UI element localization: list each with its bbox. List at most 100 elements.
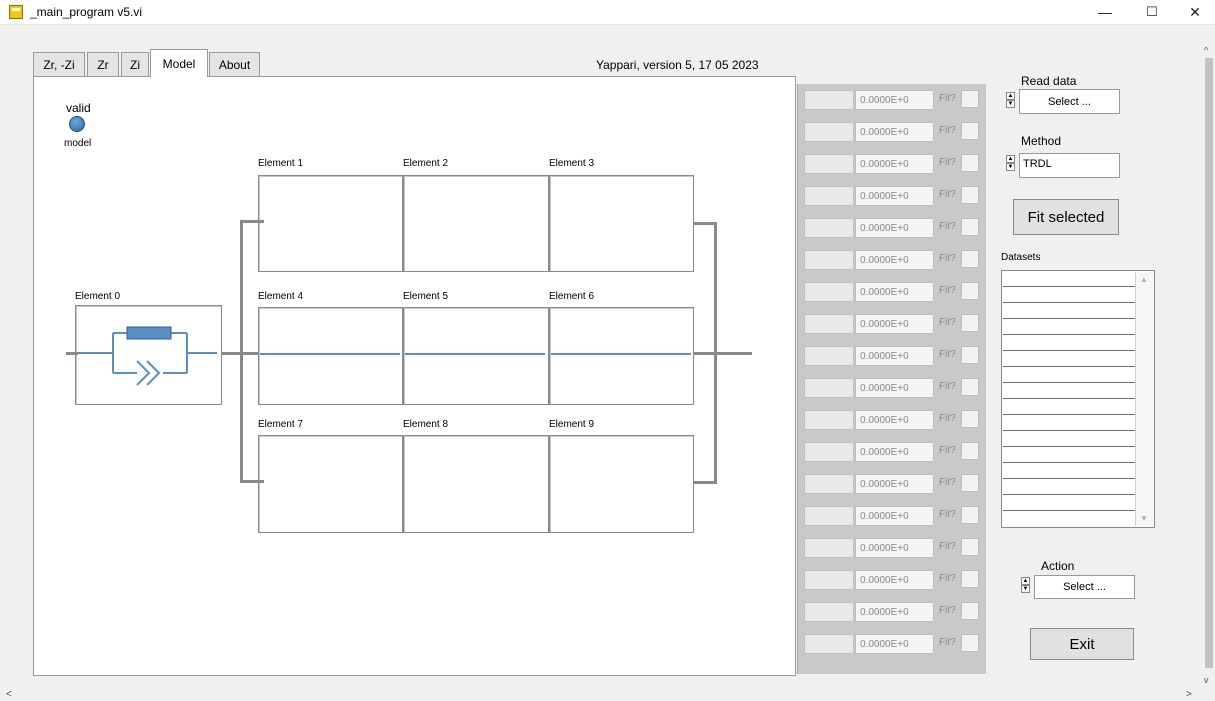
tab-model[interactable]: Model xyxy=(150,49,208,77)
action-select[interactable]: Select ... xyxy=(1034,575,1135,599)
fit-checkbox[interactable] xyxy=(961,122,979,140)
maximize-button[interactable]: ☐ xyxy=(1129,0,1175,24)
param-name-field[interactable] xyxy=(804,538,854,558)
fit-checkbox[interactable] xyxy=(961,506,979,524)
tab-zr[interactable]: Zr xyxy=(87,52,119,76)
param-name-field[interactable] xyxy=(804,282,854,302)
param-name-field[interactable] xyxy=(804,602,854,622)
fit-checkbox[interactable] xyxy=(961,90,979,108)
scroll-down-icon[interactable]: v xyxy=(1204,675,1209,685)
param-name-field[interactable] xyxy=(804,186,854,206)
param-value-field[interactable]: 0.0000E+0 xyxy=(855,122,934,142)
fit-checkbox[interactable] xyxy=(961,474,979,492)
fit-checkbox[interactable] xyxy=(961,634,979,652)
param-name-field[interactable] xyxy=(804,218,854,238)
element-1-box[interactable] xyxy=(258,175,403,272)
param-value-field[interactable]: 0.0000E+0 xyxy=(855,538,934,558)
fit-checkbox[interactable] xyxy=(961,314,979,332)
param-name-field[interactable] xyxy=(804,474,854,494)
close-button[interactable]: ✕ xyxy=(1172,0,1215,24)
fit-checkbox[interactable] xyxy=(961,154,979,172)
param-name-field[interactable] xyxy=(804,346,854,366)
fit-checkbox[interactable] xyxy=(961,410,979,428)
scroll-up-icon[interactable]: ^ xyxy=(1204,45,1208,55)
list-item[interactable] xyxy=(1003,383,1136,399)
param-value-field[interactable]: 0.0000E+0 xyxy=(855,186,934,206)
param-value-field[interactable]: 0.0000E+0 xyxy=(855,218,934,238)
param-name-field[interactable] xyxy=(804,378,854,398)
list-item[interactable] xyxy=(1003,351,1136,367)
action-spinner[interactable]: ▲ ▼ xyxy=(1021,577,1030,593)
list-item[interactable] xyxy=(1003,271,1136,287)
param-name-field[interactable] xyxy=(804,634,854,654)
list-item[interactable] xyxy=(1003,335,1136,351)
param-value-field[interactable]: 0.0000E+0 xyxy=(855,346,934,366)
fit-checkbox[interactable] xyxy=(961,250,979,268)
vertical-scroll-thumb[interactable] xyxy=(1205,58,1213,668)
fit-checkbox[interactable] xyxy=(961,602,979,620)
scroll-down-icon[interactable]: ▼ xyxy=(1140,514,1148,523)
param-name-field[interactable] xyxy=(804,122,854,142)
element-2-box[interactable] xyxy=(403,175,549,272)
spin-up-icon[interactable]: ▲ xyxy=(1006,92,1015,100)
tab-zr-zi[interactable]: Zr, -Zi xyxy=(33,52,85,76)
param-value-field[interactable]: 0.0000E+0 xyxy=(855,442,934,462)
param-value-field[interactable]: 0.0000E+0 xyxy=(855,314,934,334)
list-item[interactable] xyxy=(1003,431,1136,447)
exit-button[interactable]: Exit xyxy=(1030,628,1134,660)
read-data-spinner[interactable]: ▲ ▼ xyxy=(1006,92,1015,108)
fit-checkbox[interactable] xyxy=(961,538,979,556)
list-item[interactable] xyxy=(1003,495,1136,511)
scroll-right-icon[interactable]: > xyxy=(1186,689,1192,700)
scroll-left-icon[interactable]: < xyxy=(6,689,12,700)
datasets-listbox[interactable]: ▲ ▼ xyxy=(1001,270,1155,528)
element-3-box[interactable] xyxy=(549,175,694,272)
param-value-field[interactable]: 0.0000E+0 xyxy=(855,378,934,398)
param-value-field[interactable]: 0.0000E+0 xyxy=(855,506,934,526)
spin-down-icon[interactable]: ▼ xyxy=(1006,100,1015,108)
spin-down-icon[interactable]: ▼ xyxy=(1021,585,1030,593)
minimize-button[interactable]: — xyxy=(1082,0,1128,24)
param-name-field[interactable] xyxy=(804,410,854,430)
param-value-field[interactable]: 0.0000E+0 xyxy=(855,602,934,622)
fit-checkbox[interactable] xyxy=(961,570,979,588)
element-8-box[interactable] xyxy=(403,435,549,533)
param-name-field[interactable] xyxy=(804,314,854,334)
param-value-field[interactable]: 0.0000E+0 xyxy=(855,570,934,590)
element-4-box[interactable] xyxy=(258,307,403,405)
fit-checkbox[interactable] xyxy=(961,186,979,204)
element-7-box[interactable] xyxy=(258,435,403,533)
spin-up-icon[interactable]: ▲ xyxy=(1021,577,1030,585)
element-6-box[interactable] xyxy=(549,307,694,405)
list-item[interactable] xyxy=(1003,463,1136,479)
spin-up-icon[interactable]: ▲ xyxy=(1006,155,1015,163)
tab-zi[interactable]: Zi xyxy=(121,52,149,76)
element-9-box[interactable] xyxy=(549,435,694,533)
param-value-field[interactable]: 0.0000E+0 xyxy=(855,154,934,174)
list-item[interactable] xyxy=(1003,287,1136,303)
param-value-field[interactable]: 0.0000E+0 xyxy=(855,250,934,270)
list-item[interactable] xyxy=(1003,367,1136,383)
tab-about[interactable]: About xyxy=(209,52,260,76)
spin-down-icon[interactable]: ▼ xyxy=(1006,163,1015,171)
param-name-field[interactable] xyxy=(804,570,854,590)
read-data-select[interactable]: Select ... xyxy=(1019,89,1120,114)
datasets-scrollbar[interactable]: ▲ ▼ xyxy=(1135,272,1153,526)
list-item[interactable] xyxy=(1003,415,1136,431)
param-value-field[interactable]: 0.0000E+0 xyxy=(855,474,934,494)
param-value-field[interactable]: 0.0000E+0 xyxy=(855,634,934,654)
param-name-field[interactable] xyxy=(804,250,854,270)
list-item[interactable] xyxy=(1003,399,1136,415)
fit-checkbox[interactable] xyxy=(961,218,979,236)
fit-checkbox[interactable] xyxy=(961,282,979,300)
param-value-field[interactable]: 0.0000E+0 xyxy=(855,90,934,110)
fit-selected-button[interactable]: Fit selected xyxy=(1013,199,1119,235)
horizontal-scrollbar[interactable] xyxy=(0,688,1202,701)
scroll-up-icon[interactable]: ▲ xyxy=(1140,275,1148,284)
param-value-field[interactable]: 0.0000E+0 xyxy=(855,410,934,430)
param-name-field[interactable] xyxy=(804,90,854,110)
method-spinner[interactable]: ▲ ▼ xyxy=(1006,155,1015,171)
list-item[interactable] xyxy=(1003,319,1136,335)
list-item[interactable] xyxy=(1003,303,1136,319)
fit-checkbox[interactable] xyxy=(961,442,979,460)
